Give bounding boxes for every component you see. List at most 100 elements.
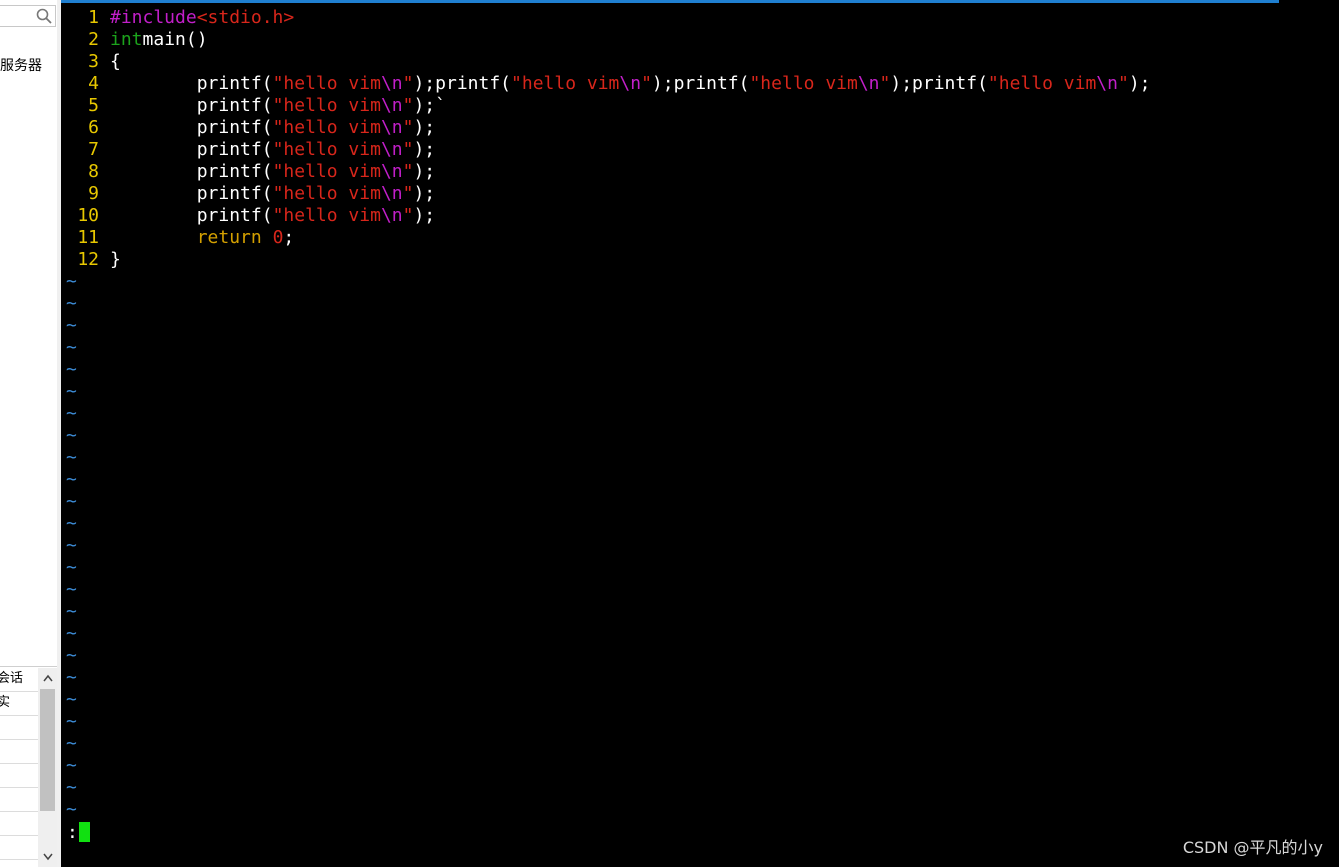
empty-line-marker: ~: [61, 689, 1151, 711]
tilde-marker: ~: [66, 733, 77, 754]
code-token: printf(: [110, 117, 273, 138]
list-item[interactable]: [0, 764, 38, 788]
line-number: 6: [88, 117, 99, 138]
code-token: ": [402, 139, 414, 160]
code-token: ": [402, 73, 414, 94]
session-list[interactable]: 会话 实: [0, 668, 38, 867]
code-token: {: [110, 51, 121, 72]
list-item[interactable]: 实: [0, 692, 38, 716]
list-scrollbar[interactable]: [38, 668, 57, 867]
tab-accent-bar: [61, 0, 1279, 3]
empty-line-marker: ~: [61, 755, 1151, 777]
line-number: 4: [88, 73, 99, 94]
line-number: 9: [88, 183, 99, 204]
code-token: 0: [272, 227, 284, 248]
code-token: );: [413, 139, 436, 160]
tilde-marker: ~: [66, 645, 77, 666]
code-line[interactable]: 1 #include<stdio.h>: [61, 7, 1151, 29]
search-icon[interactable]: [35, 7, 53, 25]
code-line[interactable]: 4 printf("hello vim\n");printf("hello vi…: [61, 73, 1150, 95]
code-token: main(): [142, 29, 208, 50]
code-line[interactable]: 3{: [61, 51, 1151, 73]
empty-line-marker: ~: [61, 403, 1151, 425]
empty-line-marker: ~: [61, 711, 1151, 733]
code-token: \n: [380, 183, 403, 204]
code-token: );printf(: [651, 73, 750, 94]
code-line[interactable]: 9 printf("hello vim\n");: [61, 183, 1151, 205]
empty-line-marker: ~: [61, 623, 1151, 645]
code-token: );: [413, 161, 436, 182]
tilde-marker: ~: [66, 557, 77, 578]
code-token: \n: [380, 161, 403, 182]
code-line[interactable]: 6 printf("hello vim\n");: [61, 117, 1151, 139]
cursor: [78, 822, 90, 842]
scroll-up-arrow-icon[interactable]: [38, 668, 57, 688]
code-line[interactable]: 2 intmain(): [61, 29, 1151, 51]
code-token: );printf(: [413, 73, 512, 94]
tilde-marker: ~: [66, 403, 77, 424]
tilde-marker: ~: [66, 755, 77, 776]
code-token: ": [402, 183, 414, 204]
code-token: "hello vim: [272, 117, 381, 138]
left-sidebar: 服务器 会话 实: [0, 0, 61, 867]
code-token: printf(: [110, 73, 273, 94]
tilde-marker: ~: [66, 579, 77, 600]
list-item[interactable]: 会话: [0, 668, 38, 692]
code-token: ;: [283, 227, 295, 248]
code-token: \n: [619, 73, 642, 94]
empty-line-marker: ~: [61, 447, 1151, 469]
tilde-marker: ~: [66, 689, 77, 710]
code-token: #include: [110, 7, 197, 28]
code-token: \n: [1096, 73, 1118, 94]
tilde-marker: ~: [66, 315, 77, 336]
code-token: return: [110, 227, 273, 248]
tilde-marker: ~: [66, 447, 77, 468]
code-token: printf(: [110, 183, 273, 204]
list-item[interactable]: [0, 716, 38, 740]
code-line[interactable]: 12}: [61, 249, 1151, 271]
code-token: \n: [857, 73, 880, 94]
code-token: \n: [380, 205, 403, 226]
server-label[interactable]: 服务器: [0, 55, 42, 75]
line-number: 7: [88, 139, 99, 160]
command-line[interactable]: :: [67, 822, 90, 844]
empty-line-marker: ~: [61, 535, 1151, 557]
line-number: 12: [77, 249, 99, 270]
list-item[interactable]: [0, 788, 38, 812]
list-item[interactable]: [0, 740, 38, 764]
code-token: "hello vim: [987, 73, 1097, 94]
empty-line-marker: ~: [61, 601, 1151, 623]
code-token: "hello vim: [272, 161, 381, 182]
tilde-marker: ~: [66, 535, 77, 556]
code-token: );: [413, 117, 436, 138]
code-token: "hello vim: [511, 73, 620, 94]
empty-line-marker: ~: [61, 491, 1151, 513]
code-buffer[interactable]: 1 #include<stdio.h> 2 intmain() 3{4 printf("…: [61, 7, 1151, 821]
code-token: <stdio.h>: [196, 7, 295, 28]
line-number: 2: [88, 29, 99, 50]
tilde-marker: ~: [66, 799, 77, 820]
tilde-marker: ~: [66, 337, 77, 358]
tilde-marker: ~: [66, 513, 77, 534]
search-input[interactable]: [0, 5, 56, 27]
code-line[interactable]: 7 printf("hello vim\n");: [61, 139, 1151, 161]
scroll-thumb[interactable]: [40, 689, 55, 811]
tilde-marker: ~: [66, 777, 77, 798]
code-line[interactable]: 8 printf("hello vim\n");: [61, 161, 1151, 183]
list-item[interactable]: [0, 836, 38, 860]
code-line[interactable]: 10 printf("hello vim\n");: [61, 205, 1151, 227]
code-line[interactable]: 5 printf("hello vim\n");`: [61, 95, 1151, 117]
empty-line-marker: ~: [61, 315, 1151, 337]
code-token: "hello vim: [272, 183, 381, 204]
list-item[interactable]: [0, 812, 38, 836]
code-token: ": [402, 205, 414, 226]
code-token: "hello vim: [749, 73, 858, 94]
tilde-marker: ~: [66, 601, 77, 622]
vim-terminal[interactable]: 1 #include<stdio.h> 2 intmain() 3{4 printf("…: [61, 0, 1339, 867]
code-token: ": [402, 95, 414, 116]
line-number: 1: [88, 7, 99, 28]
line-number: 8: [88, 161, 99, 182]
code-line[interactable]: 11 return 0;: [61, 227, 1151, 249]
empty-line-marker: ~: [61, 799, 1151, 821]
scroll-down-arrow-icon[interactable]: [38, 847, 57, 867]
